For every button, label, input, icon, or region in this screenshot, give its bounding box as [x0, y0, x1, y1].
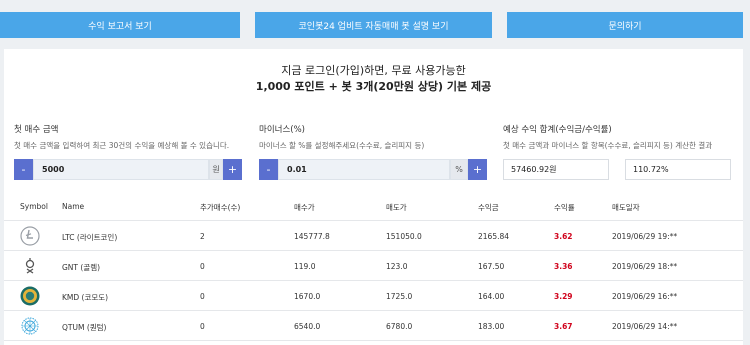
- kmd-icon: [20, 286, 40, 306]
- row-extra: 0: [200, 322, 205, 331]
- expected-rate: 110.72%: [625, 159, 731, 180]
- row-extra: 0: [200, 292, 205, 301]
- inquiry-button[interactable]: 문의하기: [507, 12, 743, 38]
- row-extra: 2: [200, 232, 205, 241]
- table-row: LTC (라이트코인) 2 145777.8 151050.0 2165.84 …: [4, 220, 743, 250]
- minus-pct-plus-button[interactable]: +: [468, 159, 487, 180]
- gnt-icon: [25, 258, 35, 274]
- first-buy-label: 첫 매수 금액: [14, 125, 59, 135]
- minus-pct-unit: %: [450, 159, 468, 180]
- row-profit: 2165.84: [478, 232, 510, 241]
- row-profit: 183.00: [478, 322, 505, 331]
- row-extra: 0: [200, 262, 205, 271]
- expected-amount: 57460.92원: [503, 159, 609, 180]
- row-date: 2019/06/29 19:**: [612, 232, 678, 241]
- row-profit: 167.50: [478, 262, 505, 271]
- row-profit: 164.00: [478, 292, 505, 301]
- row-sell: 151050.0: [386, 232, 422, 241]
- top-nav: 수익 보고서 보기 코인봇24 업비트 자동매매 봇 설명 보기 문의하기: [0, 0, 750, 46]
- row-date: 2019/06/29 14:**: [612, 322, 678, 331]
- col-name: Name: [62, 202, 85, 211]
- row-sell: 1725.0: [386, 292, 413, 301]
- col-date: 매도일자: [612, 203, 640, 212]
- row-rate: 3.29: [554, 292, 573, 301]
- first-buy-unit: 원: [209, 159, 223, 180]
- promo-headline: 지금 로그인(가입)하면, 무료 사용가능한 1,000 포인트 + 봇 3개(…: [4, 63, 743, 95]
- row-buy: 1670.0: [294, 292, 321, 301]
- promo-line-1: 지금 로그인(가입)하면, 무료 사용가능한: [281, 64, 466, 77]
- minus-pct-desc: 마이너스 할 %를 설정해주세요(수수료, 슬리피지 등): [259, 141, 425, 150]
- first-buy-input[interactable]: 5000: [33, 159, 209, 180]
- first-buy-stepper: - 5000 원 +: [14, 159, 242, 180]
- col-profit: 수익금: [478, 203, 499, 212]
- table-row: GNT (골렘) 0 119.0 123.0 167.50 3.36 2019/…: [4, 250, 743, 280]
- minus-pct-label: 마이너스(%): [259, 125, 305, 135]
- row-sell: 6780.0: [386, 322, 413, 331]
- bot-guide-button[interactable]: 코인봇24 업비트 자동매매 봇 설명 보기: [255, 12, 492, 38]
- minus-pct-stepper: - 0.01 % +: [259, 159, 487, 180]
- first-buy-desc: 첫 매수 금액을 입력하여 최근 30건의 수익을 예상해 볼 수 있습니다.: [14, 141, 230, 150]
- ltc-icon: [20, 226, 40, 246]
- col-sell: 매도가: [386, 203, 407, 212]
- col-extra: 추가매수(수): [200, 203, 241, 212]
- first-buy-minus-button[interactable]: -: [14, 159, 33, 180]
- row-buy: 145777.8: [294, 232, 330, 241]
- trade-table-header: Symbol Name 추가매수(수) 매수가 매도가 수익금 수익률 매도일자: [4, 202, 743, 220]
- row-name: QTUM (퀀텀): [62, 323, 107, 332]
- table-row-partial: [4, 340, 743, 345]
- col-rate: 수익률: [554, 203, 575, 212]
- col-buy: 매수가: [294, 203, 315, 212]
- row-name: LTC (라이트코인): [62, 233, 118, 242]
- row-name: GNT (골렘): [62, 263, 101, 272]
- expected-label: 예상 수익 합계(수익금/수익률): [503, 125, 612, 135]
- row-sell: 123.0: [386, 262, 408, 271]
- qtum-icon: [21, 317, 39, 335]
- col-symbol: Symbol: [20, 202, 48, 211]
- row-rate: 3.62: [554, 232, 573, 241]
- simulator-panel: 지금 로그인(가입)하면, 무료 사용가능한 1,000 포인트 + 봇 3개(…: [4, 49, 743, 345]
- first-buy-plus-button[interactable]: +: [223, 159, 242, 180]
- row-date: 2019/06/29 16:**: [612, 292, 678, 301]
- table-row: QTUM (퀀텀) 0 6540.0 6780.0 183.00 3.67 20…: [4, 310, 743, 340]
- expected-desc: 첫 매수 금액과 마이너스 할 항목(수수료, 슬리피지 등) 계산한 결과: [503, 141, 713, 150]
- profit-report-button[interactable]: 수익 보고서 보기: [0, 12, 240, 38]
- minus-pct-input[interactable]: 0.01: [278, 159, 450, 180]
- promo-line-2: 1,000 포인트 + 봇 3개(20만원 상당) 기본 제공: [255, 80, 492, 93]
- row-rate: 3.67: [554, 322, 573, 331]
- row-name: KMD (코모도): [62, 293, 109, 302]
- row-rate: 3.36: [554, 262, 573, 271]
- row-buy: 6540.0: [294, 322, 321, 331]
- table-row: KMD (코모도) 0 1670.0 1725.0 164.00 3.29 20…: [4, 280, 743, 310]
- row-buy: 119.0: [294, 262, 316, 271]
- row-date: 2019/06/29 18:**: [612, 262, 678, 271]
- minus-pct-minus-button[interactable]: -: [259, 159, 278, 180]
